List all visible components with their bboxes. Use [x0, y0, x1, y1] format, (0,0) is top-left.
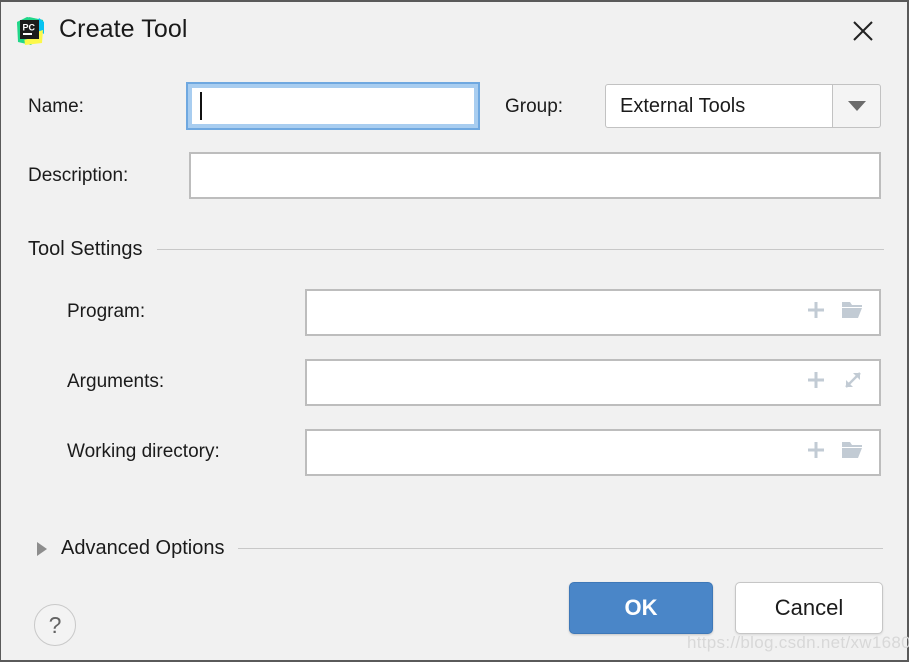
ok-button-label: OK: [624, 595, 658, 620]
section-divider: [238, 548, 883, 549]
name-label: Name:: [28, 96, 84, 117]
text-caret: [200, 92, 202, 120]
advanced-options-toggle[interactable]: Advanced Options: [37, 537, 883, 560]
page-title: Create Tool: [59, 15, 188, 43]
description-input[interactable]: [189, 152, 881, 199]
group-combobox[interactable]: External Tools: [605, 84, 881, 128]
tool-settings-section-header: Tool Settings: [28, 238, 884, 261]
cancel-button-label: Cancel: [774, 595, 844, 620]
watermark: https://blog.csdn.net/xw1680: [687, 633, 909, 652]
arguments-label: Arguments:: [67, 371, 165, 392]
program-input[interactable]: [305, 289, 881, 336]
dialog-titlebar: PC Create Tool: [1, 2, 906, 60]
close-icon[interactable]: [846, 14, 880, 48]
description-label: Description:: [28, 165, 129, 186]
group-label: Group:: [505, 96, 564, 117]
help-icon[interactable]: ?: [34, 604, 76, 646]
working-directory-label: Working directory:: [67, 441, 220, 462]
plus-icon[interactable]: [805, 369, 827, 396]
folder-icon[interactable]: [841, 439, 865, 466]
triangle-right-icon[interactable]: [37, 541, 47, 556]
group-combobox-value: External Tools: [605, 84, 833, 128]
tool-settings-title: Tool Settings: [28, 238, 143, 260]
plus-icon[interactable]: [805, 299, 827, 326]
arguments-input[interactable]: [305, 359, 881, 406]
help-button-label: ?: [48, 611, 62, 638]
working-directory-input[interactable]: [305, 429, 881, 476]
cancel-button[interactable]: Cancel: [735, 582, 883, 634]
section-divider: [156, 249, 884, 250]
svg-text:PC: PC: [23, 23, 36, 33]
advanced-options-title: Advanced Options: [61, 537, 225, 559]
program-label: Program:: [67, 301, 146, 322]
expand-icon[interactable]: [841, 368, 865, 397]
ok-button[interactable]: OK: [569, 582, 713, 634]
plus-icon[interactable]: [805, 439, 827, 466]
pycharm-icon: PC: [15, 16, 45, 46]
chevron-down-icon[interactable]: [833, 84, 881, 128]
name-input[interactable]: [186, 82, 480, 130]
folder-icon[interactable]: [841, 299, 865, 326]
